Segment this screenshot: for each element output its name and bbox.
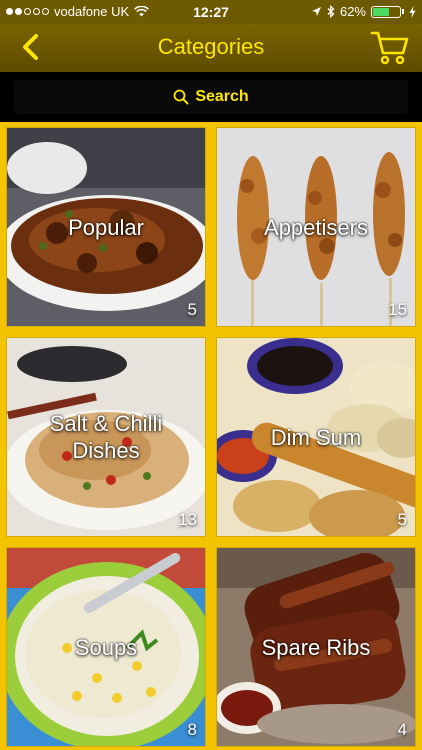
category-label: Spare Ribs (261, 635, 371, 660)
search-input[interactable]: Search (14, 80, 408, 114)
page-title: Categories (157, 34, 265, 59)
category-label: Soups (74, 635, 138, 660)
category-label: Appetisers (264, 215, 368, 240)
category-grid: Popular 5 Appetisers 15 Salt & Chilli Di… (0, 122, 422, 750)
category-count: 5 (397, 510, 407, 529)
cart-button[interactable] (370, 29, 410, 67)
category-tile-popular[interactable]: Popular 5 (7, 128, 205, 326)
battery-percent: 62% (339, 4, 366, 19)
category-label: Dim Sum (270, 425, 362, 450)
location-icon (311, 7, 321, 16)
category-count: 13 (178, 510, 197, 529)
category-tile-appetisers[interactable]: Appetisers 15 (217, 128, 415, 326)
bluetooth-icon (327, 5, 335, 18)
shopping-cart-icon (370, 31, 409, 65)
category-tile-soups[interactable]: Soups 8 (7, 548, 205, 746)
category-count: 4 (397, 720, 407, 739)
search-placeholder: Search (195, 88, 249, 105)
category-label: Salt & Chilli Dishes (49, 411, 163, 463)
category-tile-salt-chilli-dishes[interactable]: Salt & Chilli Dishes 13 (7, 338, 205, 536)
category-tile-dim-sum[interactable]: Dim Sum 5 (217, 338, 415, 536)
category-count: 8 (187, 720, 197, 739)
charging-icon (409, 5, 416, 18)
category-count: 5 (187, 300, 197, 319)
category-label: Popular (68, 215, 144, 240)
category-count: 15 (388, 300, 407, 319)
category-tile-spare-ribs[interactable]: Spare Ribs 4 (217, 548, 415, 746)
status-bar: vodafone UK 12:27 62% (0, 0, 422, 24)
search-icon (173, 89, 189, 105)
navigation-bar: Categories (0, 24, 422, 72)
battery-icon (371, 5, 401, 18)
search-bar-container: Search (0, 72, 422, 122)
